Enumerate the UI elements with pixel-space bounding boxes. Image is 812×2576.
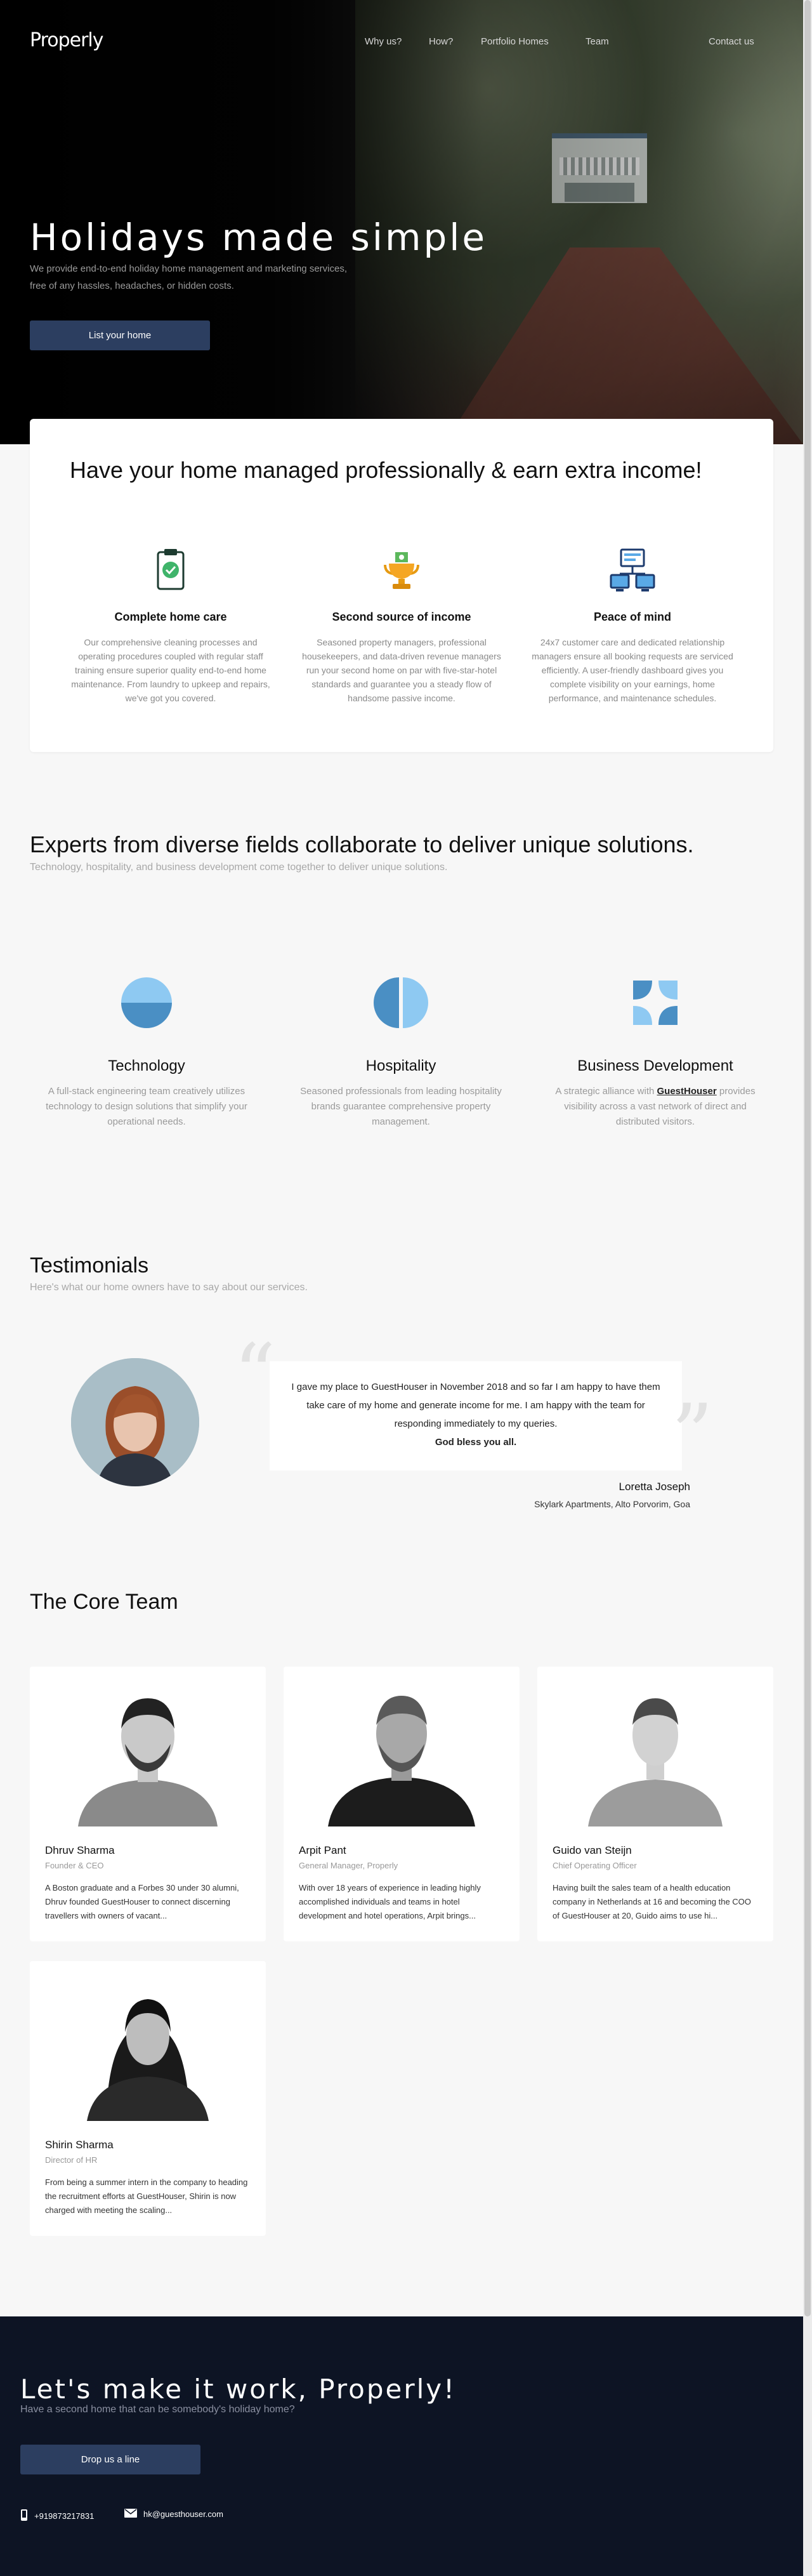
testimonial-quote: I gave my place to GuestHouser in Novemb… [291, 1382, 660, 1429]
benefit-title: Peace of mind [593, 611, 672, 623]
benefit-complete-home-care: Complete home care Our comprehensive cle… [66, 546, 275, 705]
experts-title: Experts from diverse fields collaborate … [30, 831, 694, 857]
mail-icon [124, 2509, 137, 2520]
expert-text: A strategic alliance with GuestHouser pr… [551, 1084, 760, 1130]
expert-text-before: A strategic alliance with [555, 1086, 657, 1097]
page-scrollbar[interactable] [803, 0, 812, 2576]
team-card[interactable]: Dhruv Sharma Founder & CEO A Boston grad… [30, 1667, 266, 1941]
member-photo [30, 1681, 266, 1826]
testimonial-name: Loretta Joseph [619, 1481, 690, 1493]
nav-why-us[interactable]: Why us? [365, 36, 402, 47]
benefit-title: Complete home care [114, 611, 227, 623]
team-card[interactable]: Shirin Sharma Director of HR From being … [30, 1961, 266, 2236]
testimonial-avatar [71, 1358, 199, 1486]
benefit-title: Second source of income [332, 611, 471, 623]
experts-subtitle: Technology, hospitality, and business de… [30, 862, 448, 873]
nav-how[interactable]: How? [429, 36, 453, 47]
nav-contact-us[interactable]: Contact us [709, 36, 754, 47]
benefits-title: Have your home managed professionally & … [70, 457, 702, 483]
team-card[interactable]: Guido van Steijn Chief Operating Officer… [537, 1667, 773, 1941]
expert-title: Technology [108, 1057, 185, 1074]
benefit-second-income: Second source of income Seasoned propert… [297, 546, 506, 705]
footer-subtitle: Have a second home that can be somebody'… [20, 2404, 295, 2415]
expert-title: Hospitality [365, 1057, 436, 1074]
drop-us-a-line-button[interactable]: Drop us a line [20, 2445, 200, 2474]
testimonials-title: Testimonials [30, 1253, 149, 1278]
hero-section: Properly Why us? How? Portfolio Homes Te… [0, 0, 803, 444]
dashboard-computers-icon [607, 546, 658, 597]
clipboard-check-icon [145, 546, 196, 597]
contact-phone[interactable]: +919873217831 [20, 2509, 94, 2523]
testimonial-box: I gave my place to GuestHouser in Novemb… [270, 1361, 682, 1470]
hero-title: Holidays made simple [30, 216, 488, 259]
member-photo [30, 1975, 266, 2121]
brand-logo[interactable]: Properly [30, 29, 104, 51]
benefit-peace-of-mind: Peace of mind 24x7 customer care and ded… [528, 546, 737, 705]
member-name: Shirin Sharma [45, 2139, 114, 2151]
member-name: Dhruv Sharma [45, 1844, 115, 1856]
expert-text: A full-stack engineering team creatively… [46, 1086, 247, 1127]
benefit-text: Seasoned property managers, professional… [302, 637, 501, 703]
four-petal-icon [551, 974, 760, 1034]
member-bio: From being a summer intern in the compan… [45, 2177, 248, 2215]
benefit-text: Our comprehensive cleaning processes and… [71, 637, 270, 703]
member-bio: With over 18 years of experience in lead… [299, 1883, 481, 1920]
expert-hospitality: Hospitality Seasoned professionals from … [296, 974, 506, 1130]
member-name: Arpit Pant [299, 1844, 346, 1856]
testimonial-quote-bold: God bless you all. [435, 1437, 517, 1448]
phone-number[interactable]: +919873217831 [34, 2511, 94, 2521]
half-circle-icon [42, 974, 251, 1034]
scrollbar-thumb[interactable] [804, 0, 811, 2316]
member-role: Chief Operating Officer [553, 1861, 637, 1870]
testimonial-place: Skylark Apartments, Alto Porvorim, Goa [534, 1499, 690, 1509]
expert-text: Seasoned professionals from leading hosp… [300, 1086, 502, 1127]
member-bio: Having built the sales team of a health … [553, 1883, 751, 1920]
quote-close-icon: ” [671, 1386, 714, 1483]
testimonials-subtitle: Here's what our home owners have to say … [30, 1282, 308, 1293]
benefit-text: 24x7 customer care and dedicated relatio… [532, 637, 733, 703]
member-role: Director of HR [45, 2155, 98, 2165]
trophy-money-icon [376, 546, 427, 597]
split-circle-icon [296, 974, 506, 1034]
expert-title: Business Development [577, 1057, 733, 1074]
phone-icon [20, 2509, 28, 2523]
list-your-home-button[interactable]: List your home [30, 320, 210, 350]
guesthouser-link[interactable]: GuestHouser [657, 1086, 717, 1097]
footer-section: Let's make it work, Properly! Have a sec… [0, 2316, 803, 2576]
hero-subtitle: We provide end-to-end holiday home manag… [30, 263, 347, 291]
member-role: General Manager, Properly [299, 1861, 398, 1870]
team-title: The Core Team [30, 1590, 178, 1614]
expert-business-development: Business Development A strategic allianc… [551, 974, 760, 1130]
nav-portfolio-homes[interactable]: Portfolio Homes [481, 36, 549, 47]
member-role: Founder & CEO [45, 1861, 104, 1870]
member-photo [284, 1681, 520, 1826]
contact-email[interactable]: hk@guesthouser.com [124, 2509, 223, 2520]
footer-title: Let's make it work, Properly! [20, 2374, 456, 2405]
member-bio: A Boston graduate and a Forbes 30 under … [45, 1883, 239, 1920]
team-card[interactable]: Arpit Pant General Manager, Properly Wit… [284, 1667, 520, 1941]
member-name: Guido van Steijn [553, 1844, 632, 1856]
benefits-card: Have your home managed professionally & … [30, 419, 773, 752]
nav-team[interactable]: Team [586, 36, 609, 47]
member-photo [537, 1681, 773, 1826]
email-address[interactable]: hk@guesthouser.com [143, 2509, 223, 2519]
expert-technology: Technology A full-stack engineering team… [42, 974, 251, 1130]
